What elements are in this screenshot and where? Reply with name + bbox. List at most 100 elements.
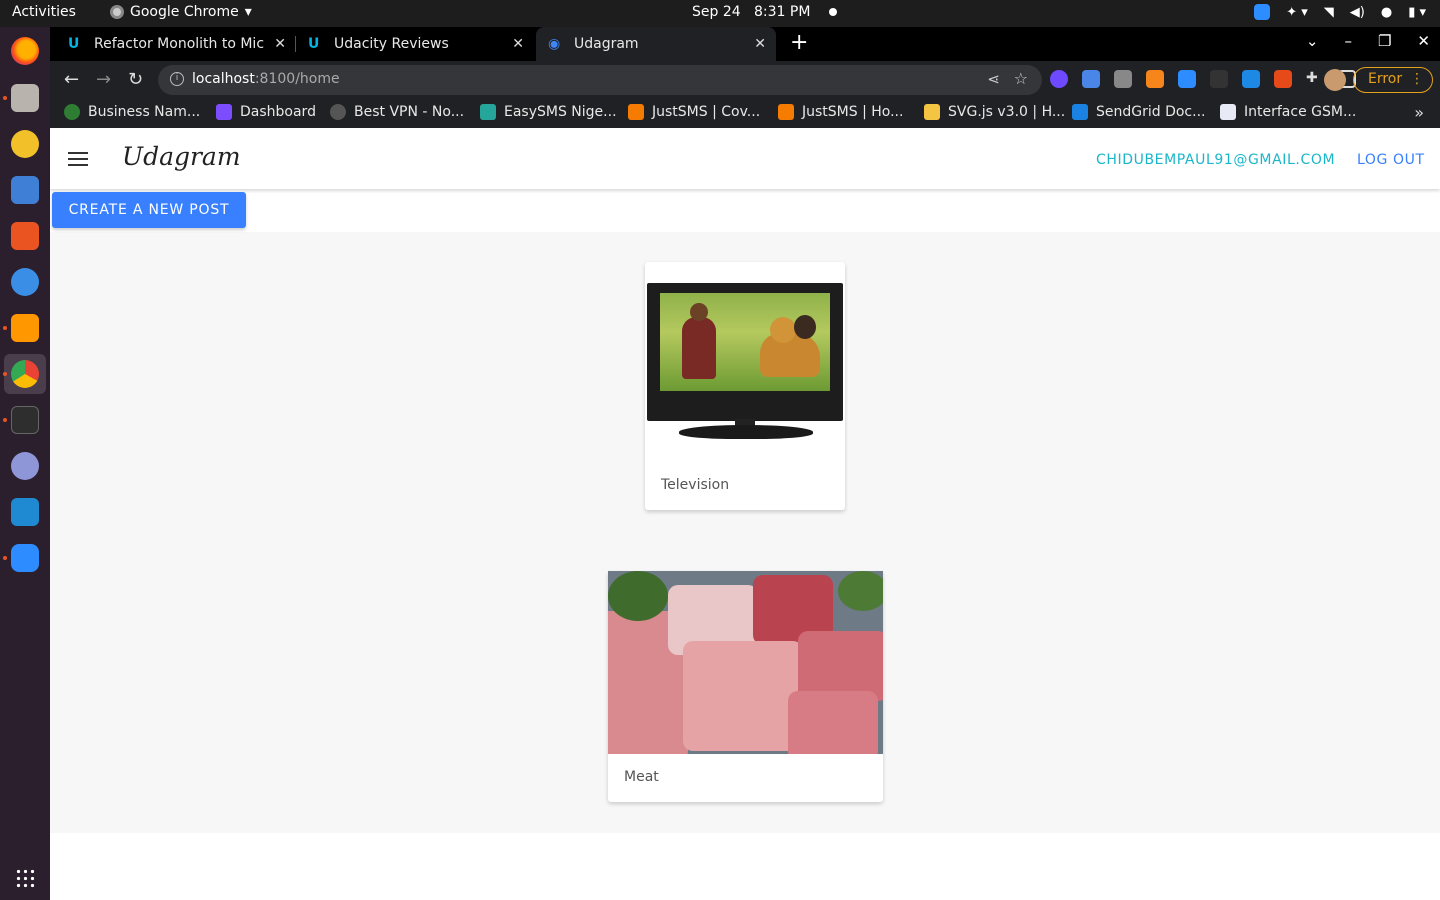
tab-title: Udagram [574,36,639,52]
bookmark-star-icon[interactable]: ☆ [1014,69,1028,88]
app-menu[interactable]: Google Chrome ▾ [110,4,252,20]
running-indicator [3,96,7,100]
share-icon[interactable]: ⋖ [987,70,1000,88]
bookmark-favicon [1220,104,1236,120]
bookmark-item[interactable]: JustSMS | Ho... [778,104,903,120]
terminal-icon[interactable] [11,406,39,434]
tab-title: Refactor Monolith to Mic [94,36,265,52]
post-card[interactable]: Television [645,262,845,510]
show-apps-icon[interactable] [15,868,35,888]
vscode-icon[interactable] [11,498,39,526]
extension-icon[interactable] [1242,70,1260,88]
close-icon[interactable]: ✕ [512,36,524,52]
bookmark-item[interactable]: EasySMS Nige... [480,104,617,120]
bookmark-item[interactable]: Interface GSM... [1220,104,1356,120]
page-content: Udagram CHIDUBEMPAUL91@GMAIL.COM LOG OUT… [50,128,1440,900]
bookmark-item[interactable]: Business Nam... [64,104,200,120]
bookmark-favicon [480,104,496,120]
error-button[interactable]: Error ⋮ [1353,67,1433,93]
site-info-icon[interactable]: i [170,72,184,86]
extension-icon[interactable] [1210,70,1228,88]
accessibility-icon[interactable]: ✦ ▾ [1286,5,1308,20]
tab-search-icon[interactable]: ⌄ [1306,32,1319,50]
globe-icon: ◉ [548,36,561,52]
help-icon[interactable] [11,268,39,296]
extensions-area: ✚ [1050,70,1356,88]
chevron-right-icon[interactable]: » [1414,103,1424,122]
writer-icon[interactable] [11,176,39,204]
profile-avatar[interactable] [1324,69,1346,91]
tab-udacity-reviews[interactable]: U Udacity Reviews ✕ [296,27,534,61]
running-indicator [3,372,7,376]
extension-icon[interactable] [1050,70,1068,88]
time: 8:31 PM [754,4,811,20]
sublime-text-icon[interactable] [11,314,39,342]
extension-icon[interactable] [1082,70,1100,88]
back-icon[interactable]: ← [64,69,79,90]
bookmark-favicon [924,104,940,120]
extension-icon[interactable] [1274,70,1292,88]
camera-icon[interactable] [1114,70,1132,88]
bookmark-item[interactable]: SendGrid Doc... [1072,104,1205,120]
bookmark-label: EasySMS Nige... [504,104,617,120]
notification-dot-icon [828,8,837,16]
close-icon[interactable]: ✕ [274,36,286,52]
bookmark-label: Business Nam... [88,104,201,120]
bookmark-label: SendGrid Doc... [1096,104,1206,120]
post-caption: Television [661,477,730,493]
running-indicator [3,326,7,330]
software-icon[interactable] [11,222,39,250]
bookmark-label: Best VPN - No... [354,104,465,120]
bookmark-item[interactable]: SVG.js v3.0 | H... [924,104,1065,120]
udacity-icon: U [308,36,320,52]
create-post-button[interactable]: CREATE A NEW POST [52,192,246,228]
chrome-icon [110,5,124,19]
reload-icon[interactable]: ↻ [128,69,143,90]
url-host: localhost [192,71,255,87]
running-indicator [3,418,7,422]
bookmark-favicon [330,104,346,120]
minimize-icon[interactable]: – [1344,32,1352,50]
activities-button[interactable]: Activities [12,4,76,20]
bookmark-label: Interface GSM... [1244,104,1357,120]
zoom-tray-icon[interactable] [1254,4,1271,20]
close-window-icon[interactable]: ✕ [1417,32,1430,50]
files-icon[interactable] [11,84,39,112]
zoom-extension-icon[interactable] [1178,70,1196,88]
more-vert-icon: ⋮ [1410,71,1424,87]
tab-udagram[interactable]: ◉ Udagram ✕ [536,27,776,61]
puzzle-icon[interactable]: ✚ [1306,70,1324,88]
postman-icon[interactable] [11,452,39,480]
tab-strip: U Refactor Monolith to Mic ✕ U Udacity R… [50,27,1440,61]
post-image-television [647,283,843,441]
volume-icon[interactable]: ◀) [1350,5,1365,20]
running-indicator [3,556,7,560]
bookmark-label: Dashboard [240,104,316,120]
close-icon[interactable]: ✕ [754,36,766,52]
microphone-icon[interactable]: ● [1381,5,1392,20]
menu-icon[interactable] [68,152,88,166]
wifi-icon[interactable]: ◥ [1324,5,1334,20]
zoom-icon[interactable] [11,544,39,572]
forward-icon[interactable]: → [96,69,111,90]
bookmark-item[interactable]: Dashboard [216,104,316,120]
post-image-meat [608,571,883,754]
bookmark-item[interactable]: Best VPN - No... [330,104,464,120]
bookmark-favicon [1072,104,1088,120]
bookmark-item[interactable]: JustSMS | Cov... [628,104,760,120]
metamask-icon[interactable] [1146,70,1164,88]
logout-button[interactable]: LOG OUT [1357,152,1425,168]
new-tab-icon[interactable]: + [790,30,808,55]
app-logo[interactable]: Udagram [122,142,241,171]
system-tray[interactable]: ✦ ▾ ◥ ◀) ● ▮ ▾ [1254,4,1426,20]
user-email-link[interactable]: CHIDUBEMPAUL91@GMAIL.COM [1096,152,1335,168]
battery-icon[interactable]: ▮ ▾ [1408,5,1426,20]
firefox-icon[interactable] [11,37,39,65]
rhythmbox-icon[interactable] [11,130,39,158]
tab-refactor-monolith[interactable]: U Refactor Monolith to Mic ✕ [56,27,296,61]
maximize-icon[interactable]: ❐ [1378,32,1391,50]
chrome-icon[interactable] [11,360,39,388]
post-card[interactable]: Meat [608,571,883,802]
address-bar[interactable]: i localhost:8100/home ⋖ ☆ [158,65,1042,95]
clock[interactable]: Sep 24 8:31 PM [692,4,837,20]
